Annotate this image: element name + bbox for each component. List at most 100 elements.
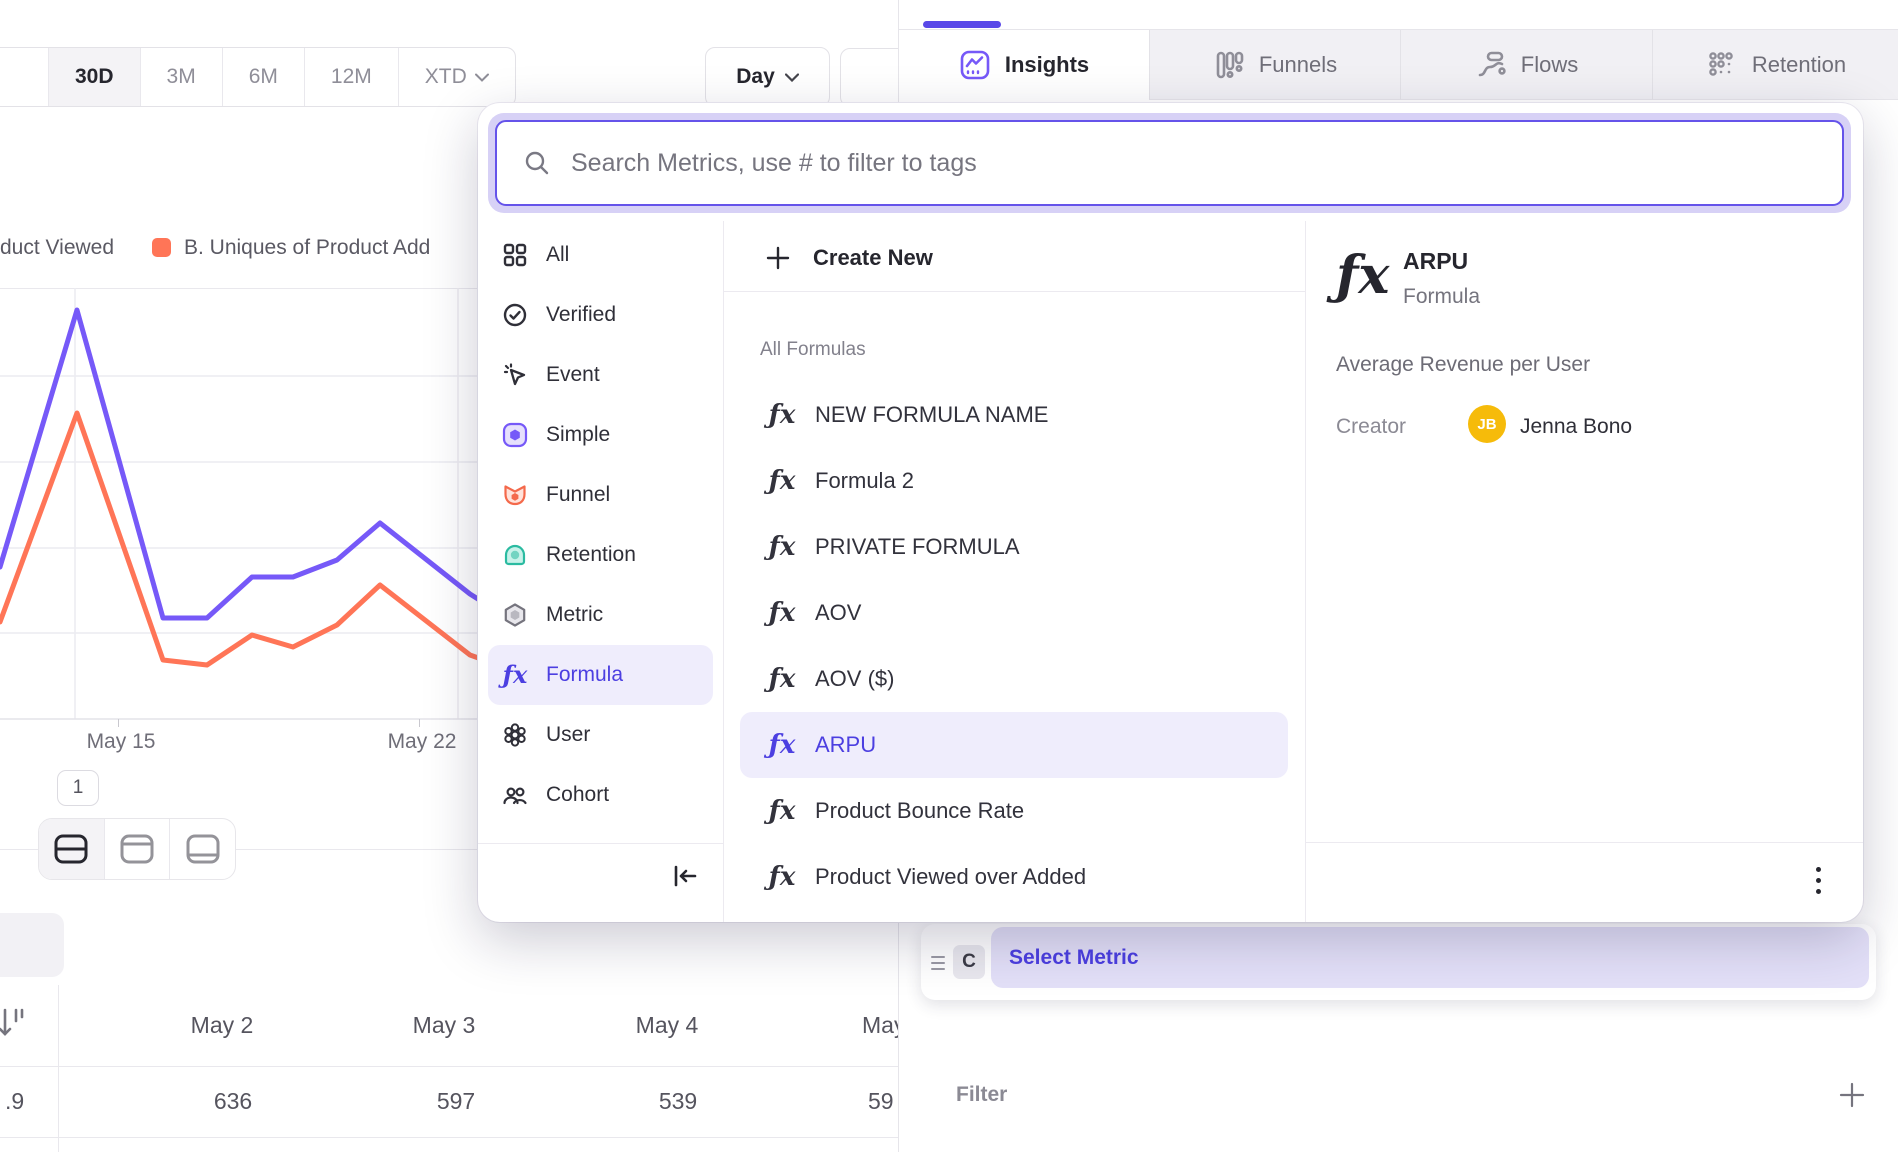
retention-metric-icon (502, 542, 528, 568)
chart-line-series-b (0, 413, 540, 680)
formula-item[interactable]: ƒxAOV (723, 580, 1305, 646)
table-header-may4: May 4 (636, 1012, 699, 1039)
grid-icon (502, 242, 528, 268)
range-button-xtd[interactable]: XTD (398, 48, 515, 106)
report-type-tabbar: Insights Funnels (899, 29, 1898, 100)
table-header-partial: May (862, 1012, 898, 1039)
layout-toggle-group (38, 818, 236, 880)
table-cell: 539 (659, 1088, 697, 1115)
select-metric-button[interactable]: Select Metric (991, 927, 1869, 988)
x-axis-tick-label: May 22 (388, 730, 457, 754)
sidebar-footer-divider (478, 843, 723, 844)
detail-divider (1305, 221, 1306, 922)
metric-picker-modal: All Verified Event (478, 103, 1863, 922)
search-metrics-input[interactable] (569, 148, 1842, 179)
creator-label: Creator (1336, 415, 1406, 439)
app-screen: 30D 3M 6M 12M XTD Day duct Viewed B. Uni… (0, 0, 1898, 1152)
formula-fx-icon: ƒx (502, 663, 528, 687)
range-button-30d[interactable]: 30D (48, 48, 140, 106)
table-header-may3: May 3 (413, 1012, 476, 1039)
category-simple[interactable]: Simple (478, 405, 723, 465)
row-chip-partial (0, 913, 64, 977)
active-board-tab-indicator (923, 21, 1001, 28)
layout-chart-view-button[interactable] (104, 819, 170, 879)
range-button-12m[interactable]: 12M (304, 48, 398, 106)
formula-item[interactable]: ƒxAOV ($) (723, 646, 1305, 712)
range-button-partial[interactable] (0, 48, 48, 106)
formula-fx-icon-large: ƒx (1336, 245, 1389, 306)
layout-table-view-button[interactable] (169, 819, 235, 879)
funnel-metric-icon (502, 482, 528, 508)
metric-row-card: C Select Metric (921, 924, 1876, 1000)
formula-fx-icon: ƒx (765, 468, 799, 494)
chevron-down-icon (475, 73, 489, 82)
chart-view-icon (119, 833, 155, 865)
formula-fx-icon: ƒx (765, 534, 799, 560)
plus-icon (765, 245, 791, 271)
legend-item-a[interactable]: duct Viewed (0, 236, 114, 260)
drag-handle-icon[interactable] (931, 952, 945, 972)
formula-item-selected[interactable]: ƒxARPU (740, 712, 1288, 778)
search-focus-ring (488, 113, 1851, 213)
formula-item[interactable]: ƒxPRIVATE FORMULA (723, 514, 1305, 580)
collapse-sidebar-icon[interactable] (670, 861, 700, 891)
retention-icon (1706, 49, 1738, 81)
table-row-label-partial: .9 (5, 1088, 24, 1115)
detail-title: ARPU (1403, 248, 1468, 275)
category-verified[interactable]: Verified (478, 285, 723, 345)
table-header-divider (0, 1066, 898, 1067)
metric-hexagon-icon (502, 602, 528, 628)
event-cursor-icon (502, 362, 528, 388)
formula-fx-icon: ƒx (765, 732, 799, 758)
table-header-may2: May 2 (191, 1012, 254, 1039)
formula-item[interactable]: ƒxFormula 2 (723, 448, 1305, 514)
add-filter-button[interactable] (1837, 1080, 1867, 1110)
flows-icon (1475, 49, 1507, 81)
tab-funnels[interactable]: Funnels (1149, 30, 1400, 100)
tab-insights[interactable]: Insights (899, 30, 1149, 100)
x-axis-tickmark (419, 719, 420, 727)
range-button-3m[interactable]: 3M (140, 48, 222, 106)
category-formula[interactable]: ƒx Formula (488, 645, 713, 705)
filter-section-label: Filter (956, 1083, 1007, 1107)
category-cohort[interactable]: Cohort (478, 765, 723, 825)
category-sidebar: All Verified Event (478, 225, 723, 825)
search-box (495, 120, 1844, 206)
formula-fx-icon: ƒx (765, 402, 799, 428)
table-cell: 597 (437, 1088, 475, 1115)
formula-item[interactable]: ƒxProduct Viewed over Added (723, 844, 1305, 910)
more-options-kebab-icon[interactable] (1808, 863, 1828, 897)
pagination-page-button[interactable]: 1 (57, 770, 99, 806)
formula-item[interactable]: ƒxNEW FORMULA NAME (723, 382, 1305, 448)
tab-retention[interactable]: Retention (1652, 30, 1898, 100)
category-metric[interactable]: Metric (478, 585, 723, 645)
category-retention[interactable]: Retention (478, 525, 723, 585)
create-new-button[interactable]: Create New (765, 230, 933, 286)
toolbar-button-partial[interactable] (840, 48, 898, 107)
category-user[interactable]: User (478, 705, 723, 765)
split-view-icon (53, 833, 89, 865)
sort-descending-icon[interactable] (0, 1006, 30, 1042)
category-all[interactable]: All (478, 225, 723, 285)
formula-item[interactable]: ƒxProduct Bounce Rate (723, 778, 1305, 844)
creator-name: Jenna Bono (1520, 415, 1632, 439)
detail-type-label: Formula (1403, 285, 1480, 309)
formula-fx-icon: ƒx (765, 864, 799, 890)
legend-item-b[interactable]: B. Uniques of Product Add (184, 236, 430, 260)
user-cluster-icon (502, 722, 528, 748)
create-new-divider (723, 291, 1305, 292)
tab-flows[interactable]: Flows (1400, 30, 1652, 100)
avatar: JB (1468, 405, 1506, 443)
range-button-6m[interactable]: 6M (222, 48, 304, 106)
detail-description: Average Revenue per User (1336, 353, 1590, 377)
table-cell-partial: 59 (868, 1088, 894, 1115)
verified-badge-icon (502, 302, 528, 328)
x-axis-tick-label: May 15 (87, 730, 156, 754)
formula-fx-icon: ƒx (765, 600, 799, 626)
category-funnel[interactable]: Funnel (478, 465, 723, 525)
category-event[interactable]: Event (478, 345, 723, 405)
layout-split-view-button[interactable] (39, 819, 104, 879)
table-frozen-column-divider (58, 985, 59, 1152)
date-range-segmented-control: 30D 3M 6M 12M XTD (0, 47, 516, 107)
granularity-dropdown[interactable]: Day (705, 47, 830, 107)
